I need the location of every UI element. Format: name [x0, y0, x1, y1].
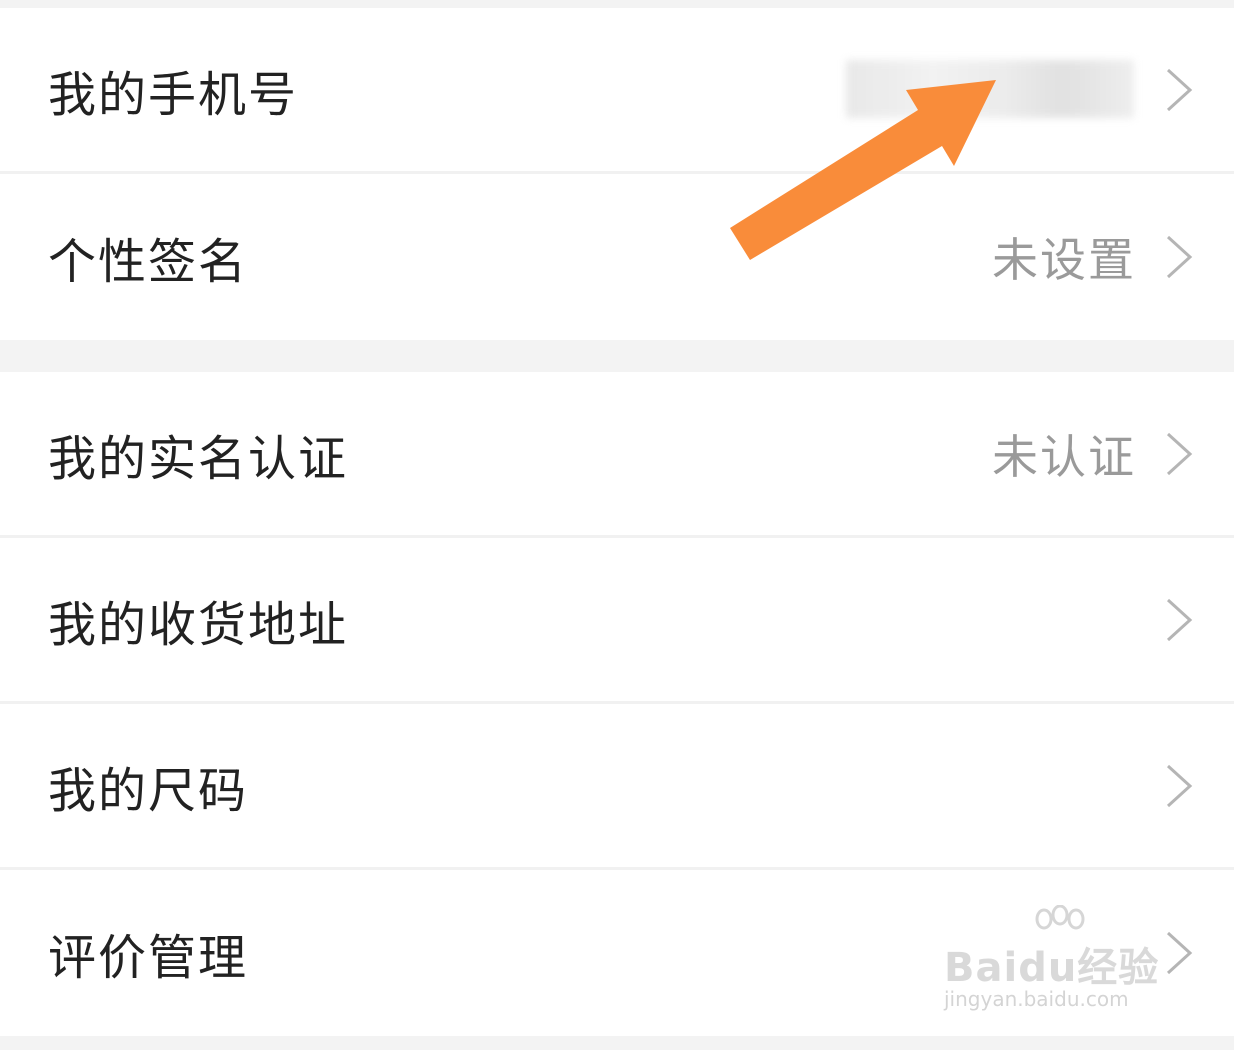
row-phone-number[interactable]: 我的手机号 [0, 8, 1234, 174]
row-label: 我的收货地址 [48, 596, 349, 653]
top-spacer [0, 0, 1234, 8]
chevron-right-icon [1166, 764, 1193, 807]
row-shipping-address[interactable]: 我的收货地址 [0, 538, 1234, 704]
bottom-spacer [0, 1036, 1234, 1050]
chevron-right-icon [1166, 432, 1193, 475]
row-value: 未设置 [992, 233, 1136, 287]
chevron-right-icon [1166, 931, 1193, 975]
row-label: 我的尺码 [48, 762, 249, 819]
blurred-phone-value [846, 60, 1134, 118]
row-label: 个性签名 [48, 234, 249, 290]
row-label: 我的手机号 [48, 66, 299, 123]
row-value: 未认证 [992, 429, 1136, 484]
account-group: 我的手机号 个性签名 未设置 [0, 8, 1234, 340]
section-divider [0, 340, 1234, 372]
row-label: 评价管理 [48, 930, 249, 986]
row-label: 我的实名认证 [48, 430, 349, 487]
row-signature[interactable]: 个性签名 未设置 [0, 174, 1234, 340]
row-my-size[interactable]: 我的尺码 [0, 704, 1234, 870]
chevron-right-icon [1166, 68, 1193, 111]
row-review-management[interactable]: 评价管理 [0, 870, 1234, 1036]
chevron-right-icon [1166, 598, 1193, 641]
row-real-name-verification[interactable]: 我的实名认证 未认证 [0, 372, 1234, 538]
chevron-right-icon [1166, 235, 1193, 279]
profile-group: 我的实名认证 未认证 我的收货地址 我的尺码 评价管理 [0, 372, 1234, 1036]
